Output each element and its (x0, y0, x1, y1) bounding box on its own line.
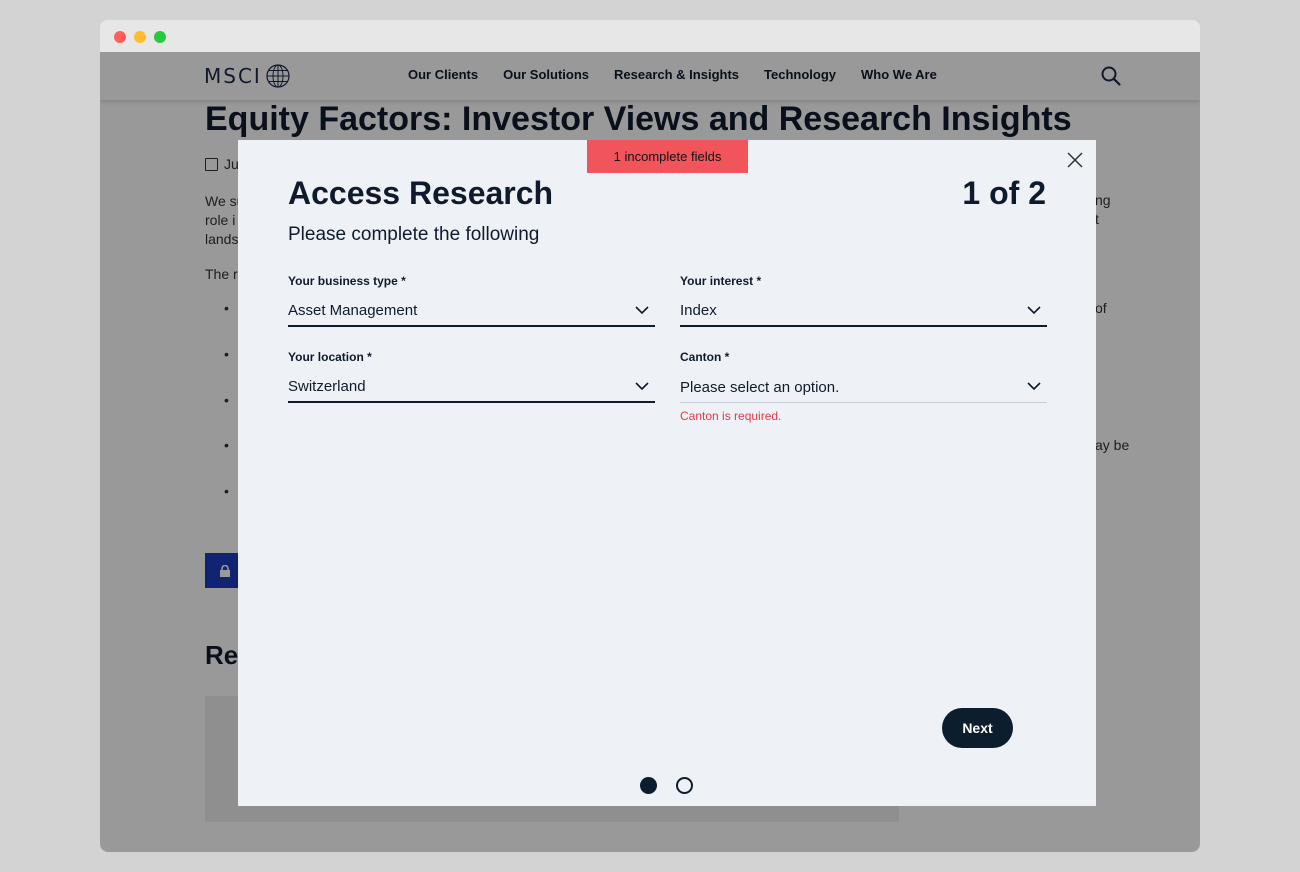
required-mark: * (724, 350, 730, 364)
chevron-down-icon (635, 306, 649, 315)
select-value: Switzerland (288, 378, 366, 395)
canton-select[interactable]: Please select an option. (680, 372, 1047, 403)
field-label-text: Your interest (680, 274, 754, 288)
next-button[interactable]: Next (942, 708, 1013, 748)
select-placeholder: Please select an option. (680, 378, 840, 396)
browser-window: MSCI Our Clients Our Solutions Research … (100, 20, 1200, 852)
window-titlebar (100, 20, 1200, 52)
interest-select[interactable]: Index (680, 296, 1047, 327)
close-icon[interactable] (1065, 150, 1085, 170)
pager-dot-step-1[interactable] (640, 777, 657, 794)
field-label: Your interest * (680, 274, 1047, 290)
field-label-text: Your business type (288, 274, 398, 288)
select-value: Asset Management (288, 302, 418, 319)
required-mark: * (367, 350, 372, 364)
required-mark: * (756, 274, 762, 288)
field-label: Your location * (288, 350, 655, 366)
step-indicator: 1 of 2 (962, 175, 1046, 211)
field-label-text: Your location (288, 350, 364, 364)
required-mark: * (401, 274, 406, 288)
select-value: Index (680, 302, 717, 319)
chevron-down-icon (635, 382, 649, 391)
business-type-select[interactable]: Asset Management (288, 296, 655, 327)
maximize-window-button[interactable] (154, 31, 166, 43)
pager-dot-step-2[interactable] (676, 777, 693, 794)
modal-title: Access Research (288, 175, 554, 211)
chevron-down-icon (1027, 306, 1041, 315)
modal-subtitle: Please complete the following (288, 224, 540, 245)
interest-field: Your interest * Index (680, 274, 1047, 327)
business-type-field: Your business type * Asset Management (288, 274, 655, 327)
page-viewport: MSCI Our Clients Our Solutions Research … (100, 52, 1200, 852)
close-window-button[interactable] (114, 31, 126, 43)
access-research-modal: 1 incomplete fields Access Research 1 of… (238, 140, 1096, 806)
incomplete-fields-alert: 1 incomplete fields (587, 140, 748, 173)
minimize-window-button[interactable] (134, 31, 146, 43)
location-select[interactable]: Switzerland (288, 372, 655, 403)
canton-field: Canton * Please select an option. Canton… (680, 350, 1047, 423)
canton-error-message: Canton is required. (680, 409, 782, 423)
chevron-down-icon (1027, 382, 1041, 391)
field-label: Canton * (680, 350, 1047, 366)
field-label: Your business type * (288, 274, 655, 290)
field-label-text: Canton (680, 350, 722, 364)
location-field: Your location * Switzerland (288, 350, 655, 403)
